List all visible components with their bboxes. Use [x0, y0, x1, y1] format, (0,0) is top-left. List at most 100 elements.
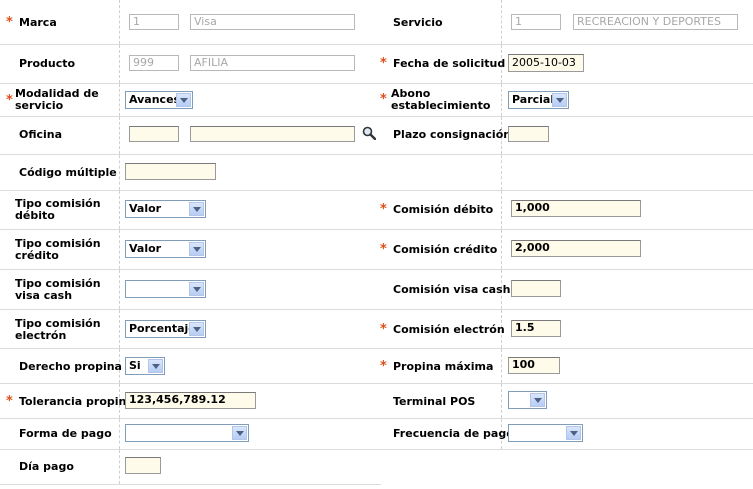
column-divider: [119, 0, 120, 44]
column-divider: [501, 384, 502, 418]
form-row-comision-debito: Tipo comisión débito Valor * Comisión dé…: [0, 191, 753, 230]
tipo-comision-electron-value: Porcentaje: [129, 322, 196, 335]
comision-visa-cash-input[interactable]: [511, 280, 561, 297]
form-row-comision-credito: Tipo comisión crédito Valor * Comisión c…: [0, 230, 753, 270]
required-marker: *: [380, 92, 387, 107]
chevron-down-icon[interactable]: [566, 426, 581, 440]
frecuencia-pago-select[interactable]: [508, 424, 583, 442]
column-divider: [119, 191, 120, 229]
producto-label: Producto: [19, 57, 76, 70]
chevron-down-icon[interactable]: [189, 242, 204, 256]
comision-electron-label: Comisión electrón: [393, 323, 505, 336]
comision-electron-input[interactable]: 1.5: [511, 320, 561, 337]
tolerancia-propina-input[interactable]: 123,456,789.12: [125, 392, 256, 409]
comision-debito-input[interactable]: 1,000: [511, 200, 641, 217]
marca-code-field: 1: [129, 14, 179, 30]
required-marker: *: [6, 394, 13, 409]
chevron-down-icon[interactable]: [552, 93, 567, 107]
tipo-comision-debito-select[interactable]: Valor: [125, 200, 206, 218]
column-divider: [501, 0, 502, 44]
tipo-comision-electron-label: Tipo comisión electrón: [15, 317, 101, 342]
column-divider: [119, 450, 120, 484]
required-marker: *: [380, 242, 387, 257]
column-divider: [119, 45, 120, 83]
terminal-pos-select[interactable]: [508, 391, 547, 409]
comision-credito-label: Comisión crédito: [393, 243, 498, 256]
form-row-dia-pago: Día pago: [0, 450, 753, 484]
oficina-label: Oficina: [19, 128, 63, 141]
producto-name-field: AFILIA: [190, 55, 355, 71]
form-row-propina: Derecho propina Si * Propina máxima 100: [0, 349, 753, 384]
servicio-name-field: RECREACION Y DEPORTES: [573, 14, 738, 30]
tipo-comision-credito-value: Valor: [129, 242, 162, 255]
column-divider: [119, 270, 120, 309]
abono-establecimiento-select[interactable]: Parcial: [508, 91, 569, 109]
column-divider: [119, 117, 120, 154]
fecha-solicitud-label: Fecha de solicitud: [393, 57, 506, 70]
tipo-comision-credito-select[interactable]: Valor: [125, 240, 206, 258]
forma-pago-select[interactable]: [125, 424, 249, 442]
modalidad-servicio-label: Modalidad de servicio: [15, 87, 99, 112]
form-row-comision-electron: Tipo comisión electrón Porcentaje * Comi…: [0, 310, 753, 349]
servicio-code-field: 1: [511, 14, 561, 30]
column-divider: [501, 230, 502, 269]
column-divider: [501, 84, 502, 116]
tipo-comision-debito-value: Valor: [129, 202, 162, 215]
required-marker: *: [6, 15, 13, 30]
marca-name-field: Visa: [190, 14, 355, 30]
comision-credito-input[interactable]: 2,000: [511, 240, 641, 257]
form-row-oficina: Oficina Plazo consignación: [0, 117, 753, 155]
column-divider: [501, 349, 502, 383]
forma-pago-label: Forma de pago: [19, 427, 112, 440]
oficina-code-input[interactable]: [129, 126, 179, 142]
terminal-pos-label: Terminal POS: [393, 395, 476, 408]
marca-label: Marca: [19, 16, 57, 29]
form-row-comision-visa-cash: Tipo comisión visa cash Comisión visa ca…: [0, 270, 753, 310]
tipo-comision-visa-cash-select[interactable]: [125, 280, 206, 298]
tipo-comision-debito-label: Tipo comisión débito: [15, 197, 101, 222]
comision-debito-label: Comisión débito: [393, 203, 494, 216]
chevron-down-icon[interactable]: [176, 93, 191, 107]
tipo-comision-electron-select[interactable]: Porcentaje: [125, 320, 206, 338]
codigo-multiple-input[interactable]: [125, 163, 216, 180]
form-row-tolerancia: * Tolerancia propina 123,456,789.12 Term…: [0, 384, 753, 419]
chevron-down-icon[interactable]: [189, 202, 204, 216]
fecha-solicitud-input[interactable]: 2005-10-03: [508, 54, 584, 72]
chevron-down-icon[interactable]: [148, 359, 163, 373]
producto-code-field: 999: [129, 55, 179, 71]
form-row-codigo-multiple: Código múltiple: [0, 155, 753, 191]
required-marker: *: [380, 202, 387, 217]
tipo-comision-visa-cash-label: Tipo comisión visa cash: [15, 277, 101, 302]
servicio-label: Servicio: [393, 16, 443, 29]
tolerancia-propina-label: Tolerancia propina: [19, 395, 134, 408]
required-marker: *: [380, 322, 387, 337]
form-row-producto: Producto 999 AFILIA * Fecha de solicitud…: [0, 45, 753, 84]
chevron-down-icon[interactable]: [232, 426, 247, 440]
dia-pago-label: Día pago: [19, 460, 74, 473]
oficina-name-input[interactable]: [190, 126, 355, 142]
chevron-down-icon[interactable]: [530, 393, 545, 407]
propina-maxima-input[interactable]: 100: [508, 357, 560, 374]
column-divider: [501, 191, 502, 229]
magnifier-icon[interactable]: [362, 126, 376, 140]
plazo-consignacion-input[interactable]: [508, 126, 549, 142]
form-row-pago: Forma de pago Frecuencia de pago: [0, 419, 753, 450]
column-divider: [119, 419, 120, 449]
modalidad-servicio-select[interactable]: Avances: [125, 91, 193, 109]
derecho-propina-value: Si: [129, 359, 141, 372]
required-marker: *: [6, 93, 13, 108]
frecuencia-pago-label: Frecuencia de pago: [393, 427, 514, 440]
derecho-propina-select[interactable]: Si: [125, 357, 165, 375]
abono-establecimiento-label: Abono establecimiento: [391, 87, 491, 112]
column-divider: [119, 310, 120, 348]
column-divider: [119, 230, 120, 269]
column-divider: [501, 155, 502, 190]
chevron-down-icon[interactable]: [189, 322, 204, 336]
chevron-down-icon[interactable]: [189, 282, 204, 296]
column-divider: [119, 155, 120, 190]
form-row-modalidad: * Modalidad de servicio Avances * Abono …: [0, 84, 753, 117]
required-marker: *: [380, 56, 387, 71]
dia-pago-input[interactable]: [125, 457, 161, 474]
form-bottom-border: [0, 484, 381, 485]
abono-establecimiento-value: Parcial: [512, 93, 555, 106]
